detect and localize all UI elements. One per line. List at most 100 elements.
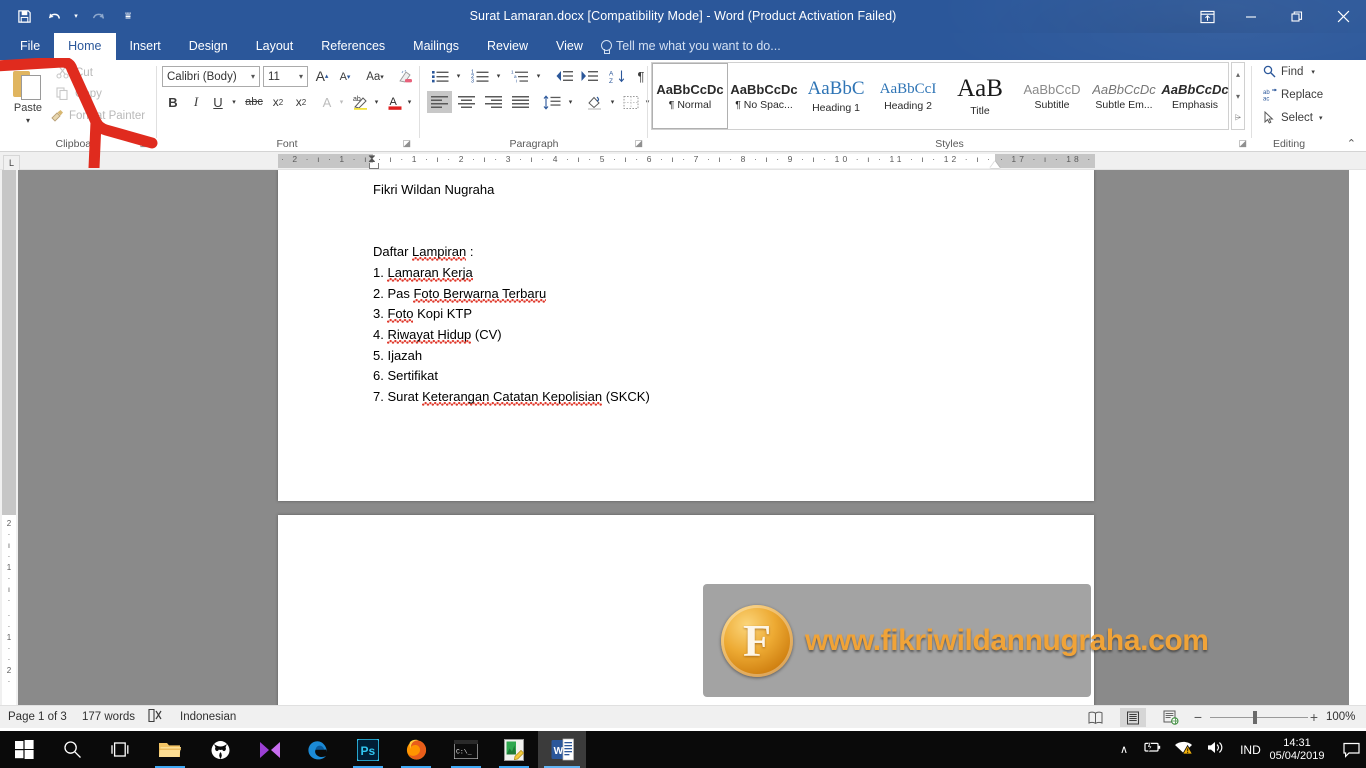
copy-button[interactable]: Copy bbox=[56, 87, 102, 101]
font-color-button[interactable]: A bbox=[385, 91, 405, 113]
tab-view[interactable]: View bbox=[542, 33, 597, 60]
style-item-heading-2[interactable]: AaBbCcI Heading 2 bbox=[872, 63, 944, 129]
paste-button[interactable]: Paste ▾ bbox=[6, 64, 50, 136]
zoom-level-label[interactable]: 100% bbox=[1326, 706, 1355, 729]
show-hidden-icons-chevron-icon[interactable]: ∧ bbox=[1112, 743, 1136, 756]
photoshop-icon[interactable]: Ps bbox=[344, 731, 392, 768]
styles-scroll-down-icon[interactable]: ▾ bbox=[1232, 85, 1244, 107]
style-item-subtitle[interactable]: AaBbCcD Subtitle bbox=[1016, 63, 1088, 129]
wifi-warning-icon[interactable] bbox=[1168, 740, 1200, 760]
tab-references[interactable]: References bbox=[307, 33, 399, 60]
speaker-icon[interactable] bbox=[1200, 740, 1231, 760]
action-center-icon[interactable] bbox=[1336, 731, 1366, 768]
document-body-page-1[interactable]: Fikri Wildan Nugraha Daftar Lampiran : 1… bbox=[373, 180, 1013, 408]
align-right-button[interactable] bbox=[481, 91, 506, 113]
tab-stop-selector[interactable]: L bbox=[3, 155, 20, 171]
tab-home[interactable]: Home bbox=[54, 33, 116, 60]
superscript-button[interactable]: x2 bbox=[290, 91, 312, 113]
tab-design[interactable]: Design bbox=[175, 33, 242, 60]
increase-indent-button[interactable] bbox=[577, 65, 601, 87]
firefox-icon[interactable] bbox=[392, 731, 440, 768]
format-painter-button[interactable]: Format Painter bbox=[50, 109, 145, 123]
right-indent-marker[interactable] bbox=[990, 161, 1000, 168]
multilevel-list-button[interactable]: 1ai bbox=[507, 65, 533, 87]
tab-insert[interactable]: Insert bbox=[116, 33, 175, 60]
change-case-button[interactable]: Aa ▾ bbox=[360, 66, 390, 88]
font-color-dropdown-icon[interactable]: ▾ bbox=[404, 91, 415, 113]
foobar2000-icon[interactable] bbox=[196, 731, 244, 768]
minimize-icon[interactable] bbox=[1228, 0, 1274, 33]
word-icon[interactable]: W bbox=[538, 731, 586, 768]
select-dropdown-icon[interactable]: ▾ bbox=[1319, 114, 1323, 122]
tab-file[interactable]: File bbox=[6, 33, 55, 60]
sort-button[interactable]: AZ bbox=[606, 65, 630, 87]
print-layout-button[interactable] bbox=[1120, 708, 1146, 727]
vertical-ruler[interactable]: 2 · ı · 1 · ı · · · 1 · · 2 · bbox=[0, 170, 18, 705]
align-left-button[interactable] bbox=[427, 91, 452, 113]
media-player-icon[interactable] bbox=[246, 731, 294, 768]
line-spacing-button[interactable] bbox=[539, 91, 565, 113]
command-prompt-icon[interactable]: C:\_ bbox=[442, 731, 490, 768]
word-count-status[interactable]: 177 words bbox=[82, 706, 135, 729]
page-number-status[interactable]: Page 1 of 3 bbox=[8, 706, 67, 729]
paragraph-dialog-launcher[interactable]: ◪ bbox=[634, 138, 643, 149]
numbering-dropdown-icon[interactable]: ▾ bbox=[493, 65, 504, 87]
zoom-in-button[interactable]: + bbox=[1306, 706, 1322, 729]
borders-button[interactable] bbox=[620, 91, 642, 113]
tell-me-search[interactable]: Tell me what you want to do... bbox=[600, 33, 781, 60]
battery-icon[interactable] bbox=[1136, 740, 1168, 759]
text-effects-button[interactable]: A bbox=[317, 91, 337, 113]
search-icon[interactable] bbox=[48, 731, 96, 768]
font-name-chevron-down-icon[interactable]: ▾ bbox=[251, 72, 255, 81]
text-effects-dropdown-icon[interactable]: ▾ bbox=[336, 91, 347, 113]
tab-mailings[interactable]: Mailings bbox=[399, 33, 473, 60]
tab-layout[interactable]: Layout bbox=[242, 33, 308, 60]
style-item-heading-1[interactable]: AaBbC Heading 1 bbox=[800, 63, 872, 129]
multilevel-dropdown-icon[interactable]: ▾ bbox=[533, 65, 544, 87]
taskbar-clock[interactable]: 14:31 05/04/2019 bbox=[1258, 731, 1336, 768]
numbering-button[interactable]: 123 bbox=[467, 65, 493, 87]
strikethrough-button[interactable]: abc bbox=[242, 91, 266, 113]
style-item-emphasis[interactable]: AaBbCcDc Emphasis bbox=[1160, 63, 1230, 129]
proofing-errors-icon[interactable] bbox=[147, 706, 163, 729]
zoom-out-button[interactable]: − bbox=[1190, 706, 1206, 729]
zoom-slider-thumb[interactable] bbox=[1253, 711, 1257, 724]
font-dialog-launcher[interactable]: ◪ bbox=[402, 138, 411, 149]
clipboard-dialog-launcher[interactable]: ◪ bbox=[139, 138, 148, 149]
web-layout-button[interactable] bbox=[1158, 708, 1184, 727]
shrink-font-button[interactable]: A ▾ bbox=[334, 66, 356, 88]
shading-dropdown-icon[interactable]: ▾ bbox=[607, 91, 618, 113]
document-page-1[interactable]: Fikri Wildan Nugraha Daftar Lampiran : 1… bbox=[278, 170, 1094, 501]
read-mode-button[interactable] bbox=[1082, 708, 1108, 727]
bullets-button[interactable] bbox=[427, 65, 453, 87]
find-dropdown-icon[interactable]: ▾ bbox=[1311, 68, 1315, 76]
styles-scroll-up-icon[interactable]: ▴ bbox=[1232, 63, 1244, 85]
style-item-title[interactable]: AaB Title bbox=[944, 63, 1016, 129]
style-item-subtle-emphasis[interactable]: AaBbCcDc Subtle Em... bbox=[1088, 63, 1160, 129]
styles-gallery-scroller[interactable]: ▴ ▾ ⩥ bbox=[1231, 62, 1245, 130]
select-button[interactable]: Select ▾ bbox=[1263, 110, 1323, 125]
start-button[interactable] bbox=[0, 731, 48, 768]
cut-button[interactable]: Cut bbox=[56, 66, 93, 80]
replace-button[interactable]: ab ac Replace bbox=[1263, 88, 1323, 102]
clear-formatting-button[interactable] bbox=[395, 66, 417, 88]
notepad-editor-icon[interactable] bbox=[490, 731, 538, 768]
font-size-box[interactable]: 11 ▾ bbox=[263, 66, 308, 87]
restore-icon[interactable] bbox=[1274, 0, 1320, 33]
decrease-indent-button[interactable] bbox=[552, 65, 576, 87]
task-view-icon[interactable] bbox=[96, 731, 144, 768]
language-status[interactable]: Indonesian bbox=[180, 706, 236, 729]
styles-more-icon[interactable]: ⩥ bbox=[1232, 107, 1244, 129]
subscript-button[interactable]: x2 bbox=[267, 91, 289, 113]
style-item-normal[interactable]: AaBbCcDc ¶ Normal bbox=[652, 63, 728, 129]
grow-font-button[interactable]: A ▴ bbox=[311, 65, 333, 87]
style-item-no-spacing[interactable]: AaBbCcDc ¶ No Spac... bbox=[728, 63, 800, 129]
text-highlight-color-button[interactable]: ab bbox=[349, 91, 371, 113]
italic-button[interactable]: I bbox=[185, 91, 207, 113]
justify-button[interactable] bbox=[508, 91, 533, 113]
highlight-dropdown-icon[interactable]: ▾ bbox=[371, 91, 382, 113]
align-center-button[interactable] bbox=[454, 91, 479, 113]
collapse-ribbon-button[interactable]: ⌃ bbox=[1347, 137, 1356, 150]
paste-dropdown-icon[interactable]: ▾ bbox=[26, 116, 30, 125]
microsoft-edge-icon[interactable] bbox=[294, 731, 342, 768]
